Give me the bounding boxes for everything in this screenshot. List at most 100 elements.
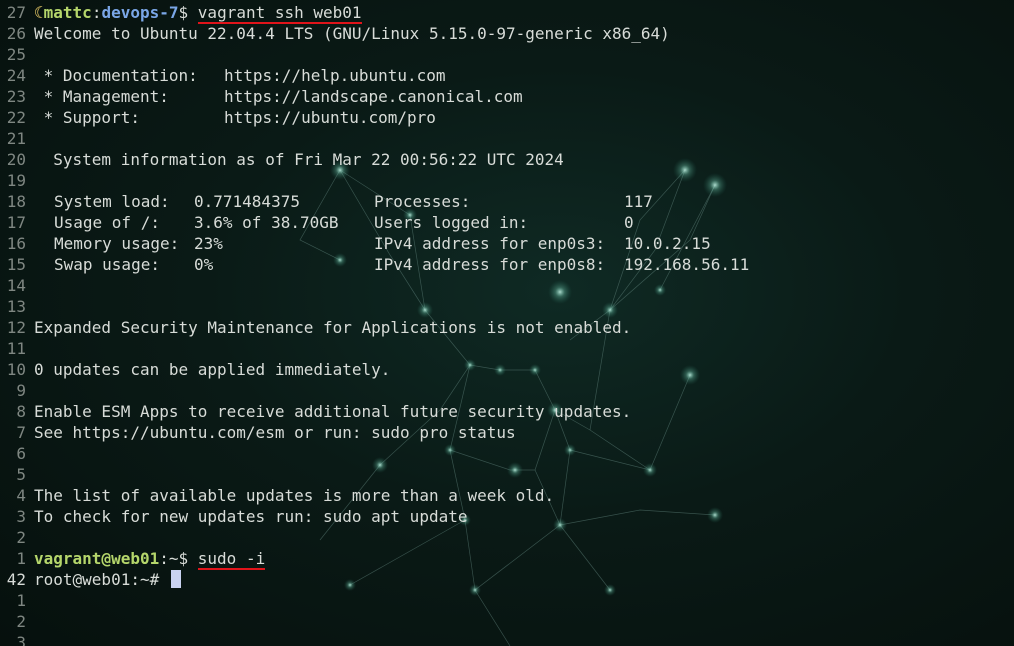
line-number: 22 <box>6 108 26 127</box>
stat-key: Users logged in: <box>374 213 529 232</box>
terminal-line: 2 <box>0 527 1014 548</box>
link-label: * Support: <box>34 108 140 127</box>
line-number: 1 <box>16 591 26 610</box>
terminal-line: 19 <box>0 170 1014 191</box>
root-prompt-text: root@web01:~# <box>34 570 169 589</box>
line-number: 16 <box>6 234 26 253</box>
stat-value: 117 <box>624 192 653 211</box>
prompt-symbol: $ <box>178 3 189 22</box>
stat-value: 23% <box>194 234 223 253</box>
esm-apps-text: Enable ESM Apps to receive additional fu… <box>34 402 632 421</box>
line-number: 10 <box>6 360 26 379</box>
terminal-line: 25 <box>0 44 1014 65</box>
welcome-text: Welcome to Ubuntu 22.04.4 LTS (GNU/Linux… <box>34 24 670 43</box>
crescent-moon-icon: ☾ <box>34 3 44 22</box>
terminal-line: 6 <box>0 443 1014 464</box>
stat-value: 0 <box>624 213 634 232</box>
line-number: 2 <box>16 612 26 631</box>
terminal-line: 2 <box>0 611 1014 632</box>
line-number: 4 <box>16 486 26 505</box>
stat-value: 0% <box>194 255 214 274</box>
esm-notice: Expanded Security Maintenance for Applic… <box>34 318 632 337</box>
line-number: 21 <box>6 129 26 148</box>
line-number: 6 <box>16 444 26 463</box>
stat-value: 10.0.2.15 <box>624 234 711 253</box>
terminal-line: 1 <box>0 590 1014 611</box>
terminal-line: 3 To check for new updates run: sudo apt… <box>0 506 1014 527</box>
line-number: 12 <box>6 318 26 337</box>
stat-value: 0.771484375 <box>194 192 300 211</box>
command-text: sudo -i <box>197 549 266 570</box>
terminal-line: 4 The list of available updates is more … <box>0 485 1014 506</box>
terminal-line: 9 <box>0 380 1014 401</box>
terminal-line: 21 <box>0 128 1014 149</box>
link-label: * Documentation: <box>34 66 198 85</box>
prompt-dir: devops-7 <box>101 3 179 22</box>
prompt-user-host: vagrant@web01 <box>34 549 160 568</box>
line-number: 19 <box>6 171 26 190</box>
command-text: vagrant ssh web01 <box>197 3 362 24</box>
terminal-line: 20 System information as of Fri Mar 22 0… <box>0 149 1014 170</box>
line-number: 8 <box>16 402 26 421</box>
line-number: 7 <box>16 423 26 442</box>
line-number: 24 <box>6 66 26 85</box>
terminal-line: 24 * Documentation: https://help.ubuntu.… <box>0 65 1014 86</box>
line-number: 26 <box>6 24 26 43</box>
line-number: 3 <box>16 507 26 526</box>
line-number: 13 <box>6 297 26 316</box>
terminal-line: 22 * Support: https://ubuntu.com/pro <box>0 107 1014 128</box>
stat-key: IPv4 address for enp0s8: <box>374 255 606 274</box>
stat-value: 192.168.56.11 <box>624 255 750 274</box>
stat-key: System load: <box>54 192 170 211</box>
line-number: 1 <box>16 549 26 568</box>
line-number: 27 <box>6 3 26 22</box>
stat-key: Usage of /: <box>54 213 160 232</box>
updates-text: 0 updates can be applied immediately. <box>34 360 391 379</box>
terminal-line: 7 See https://ubuntu.com/esm or run: sud… <box>0 422 1014 443</box>
terminal-line: 1 vagrant@web01:~$ sudo -i <box>0 548 1014 570</box>
terminal-line: 18 System load: 0.771484375 Processes: 1… <box>0 191 1014 212</box>
terminal-line: 15 Swap usage: 0% IPv4 address for enp0s… <box>0 254 1014 275</box>
prompt-path: :~$ <box>159 549 189 568</box>
stat-key: Memory usage: <box>54 234 180 253</box>
line-number: 17 <box>6 213 26 232</box>
link-url[interactable]: https://landscape.canonical.com <box>224 86 523 107</box>
link-label: * Management: <box>34 87 169 106</box>
terminal-line: 13 <box>0 296 1014 317</box>
line-number: 9 <box>16 381 26 400</box>
line-number: 11 <box>6 339 26 358</box>
line-number: 25 <box>6 45 26 64</box>
terminal-line: 10 0 updates can be applied immediately. <box>0 359 1014 380</box>
terminal-line: 26 Welcome to Ubuntu 22.04.4 LTS (GNU/Li… <box>0 23 1014 44</box>
terminal-line: 5 <box>0 464 1014 485</box>
line-number: 2 <box>16 528 26 547</box>
prompt-user: mattc <box>43 3 92 22</box>
terminal-line: 11 <box>0 338 1014 359</box>
line-number: 5 <box>16 465 26 484</box>
shell-prompt: ☾mattc:devops-7$ vagrant ssh web01 <box>34 2 362 24</box>
stat-key: IPv4 address for enp0s3: <box>374 234 606 253</box>
line-number: 18 <box>6 192 26 211</box>
stat-key: Swap usage: <box>54 255 160 274</box>
terminal-line: 27 ☾mattc:devops-7$ vagrant ssh web01 <box>0 2 1014 24</box>
terminal-line: 8 Enable ESM Apps to receive additional … <box>0 401 1014 422</box>
terminal-line: 42 root@web01:~# <box>0 569 1014 590</box>
esm-see-text: See https://ubuntu.com/esm or run: sudo … <box>34 423 516 442</box>
terminal-line: 14 <box>0 275 1014 296</box>
stat-value: 3.6% of 38.70GB <box>194 213 339 232</box>
line-number: 20 <box>6 150 26 169</box>
vagrant-prompt: vagrant@web01:~$ sudo -i <box>34 548 266 570</box>
root-prompt[interactable]: root@web01:~# <box>34 569 181 590</box>
terminal-output[interactable]: 27 ☾mattc:devops-7$ vagrant ssh web01 26… <box>0 2 1014 646</box>
current-line-number: 42 <box>6 570 26 589</box>
terminal-line: 16 Memory usage: 23% IPv4 address for en… <box>0 233 1014 254</box>
link-url[interactable]: https://help.ubuntu.com <box>224 65 446 86</box>
line-number: 3 <box>16 633 26 646</box>
line-number: 14 <box>6 276 26 295</box>
list-old-text: The list of available updates is more th… <box>34 486 555 505</box>
text-cursor <box>170 570 181 588</box>
check-updates-text: To check for new updates run: sudo apt u… <box>34 507 468 526</box>
stat-key: Processes: <box>374 192 471 211</box>
link-url[interactable]: https://ubuntu.com/pro <box>224 107 436 128</box>
sysinfo-header: System information as of Fri Mar 22 00:5… <box>34 150 564 169</box>
